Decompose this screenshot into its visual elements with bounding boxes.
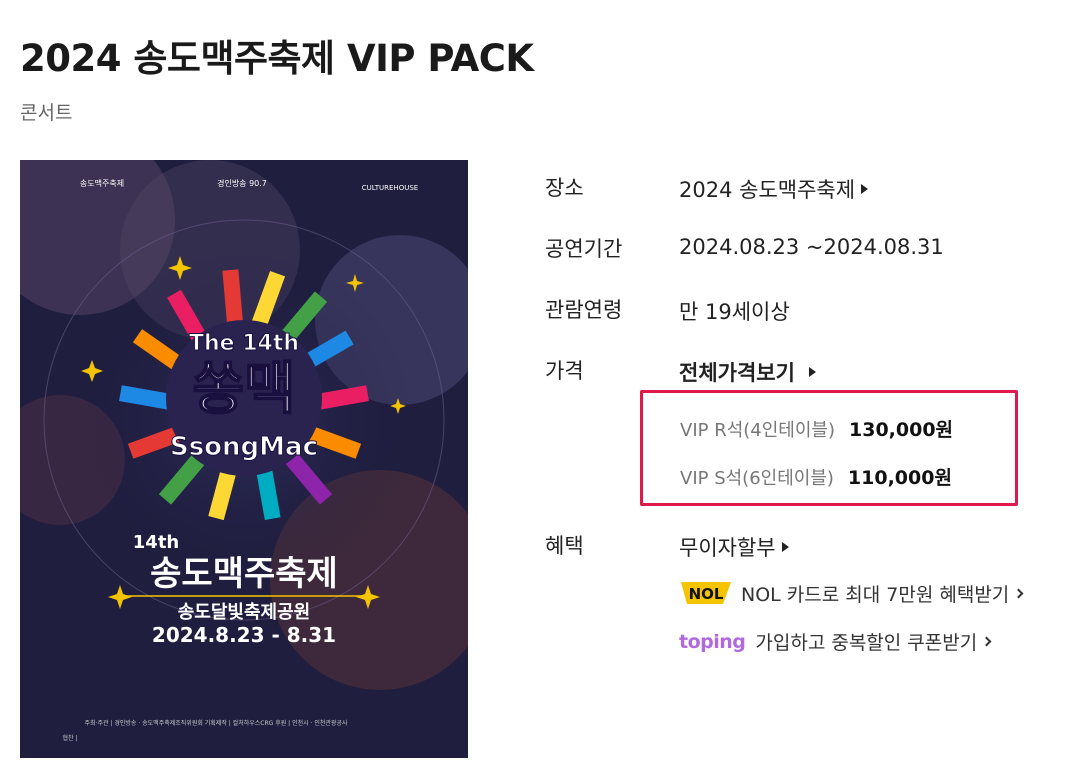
nol-benefit-text: NOL 카드로 최대 7만원 혜택받기 [741, 583, 1010, 606]
poster-badge-sub: SsongMac [170, 432, 318, 462]
nol-benefit-link[interactable]: NOL NOL 카드로 최대 7만원 혜택받기 [679, 578, 1024, 608]
view-all-prices-label: 전체가격보기 [679, 361, 795, 385]
poster-sponsor-right: CULTUREHOUSE [362, 184, 418, 192]
svg-text:NOL: NOL [689, 585, 724, 603]
seat-price: 130,000원 [849, 419, 954, 441]
page-title: 2024 송도맥주축제 VIP PACK [20, 37, 534, 80]
poster-sponsor-mid: 경인방송 90.7 [217, 178, 267, 188]
poster-edition: 14th [133, 532, 179, 553]
poster-credits: 협찬 | [63, 734, 78, 742]
toping-benefit-text: 가입하고 중복할인 쿠폰받기 [755, 632, 978, 654]
triangle-right-icon [781, 542, 789, 552]
price-label: 가격 [545, 359, 584, 383]
toping-logo: toping [679, 630, 746, 653]
chevron-right-icon [981, 636, 992, 647]
poster-festival-name: 송도맥주축제 [150, 554, 338, 594]
chevron-right-icon [1013, 588, 1024, 598]
seat-name: VIP S석(6인테이블) [680, 467, 834, 489]
venue-label: 장소 [545, 176, 584, 200]
price-row: VIP R석(4인테이블) 130,000원 [680, 415, 953, 442]
poster-badge-main: 쏭맥 [192, 357, 295, 422]
price-row: VIP S석(6인테이블) 110,000원 [680, 463, 952, 490]
category-label: 콘서트 [20, 102, 73, 124]
triangle-right-icon [861, 184, 869, 194]
seat-name: VIP R석(4인테이블) [680, 419, 836, 441]
poster-sponsor-left: 송도맥주축제 [80, 178, 124, 188]
age-label: 관람연령 [545, 298, 623, 322]
age-value: 만 19세이상 [679, 300, 790, 324]
period-label: 공연기간 [545, 237, 623, 261]
installment-link[interactable]: 무이자할부 [679, 532, 789, 562]
nol-logo: NOL [681, 582, 731, 604]
poster-graphic: 송도맥주축제 경인방송 90.7 CULTUREHOUSE The 14th 쏭… [20, 160, 468, 758]
seat-price: 110,000원 [847, 467, 952, 489]
poster-dates: 2024.8.23 - 8.31 [152, 623, 336, 647]
poster-credits: 주최·주관 | 경인방송 · 송도맥주축제조직위원회 기획제작 | 컬처하우스C… [85, 719, 348, 727]
poster-venue: 송도달빛축제공원 [178, 602, 310, 623]
triangle-right-icon [808, 367, 816, 377]
period-value: 2024.08.23 ~2024.08.31 [679, 235, 944, 259]
event-poster: 송도맥주축제 경인방송 90.7 CULTUREHOUSE The 14th 쏭… [20, 160, 468, 758]
venue-link[interactable]: 2024 송도맥주축제 [679, 174, 869, 204]
benefit-value: 무이자할부 [679, 536, 776, 560]
benefit-label: 혜택 [545, 534, 584, 558]
price-list-box: VIP R석(4인테이블) 130,000원 VIP S석(6인테이블) 110… [640, 390, 1018, 506]
toping-benefit-link[interactable]: toping 가입하고 중복할인 쿠폰받기 [679, 628, 992, 655]
venue-value: 2024 송도맥주축제 [679, 178, 856, 202]
view-all-prices-link[interactable]: 전체가격보기 [679, 357, 816, 387]
poster-badge-top: The 14th [189, 331, 299, 356]
